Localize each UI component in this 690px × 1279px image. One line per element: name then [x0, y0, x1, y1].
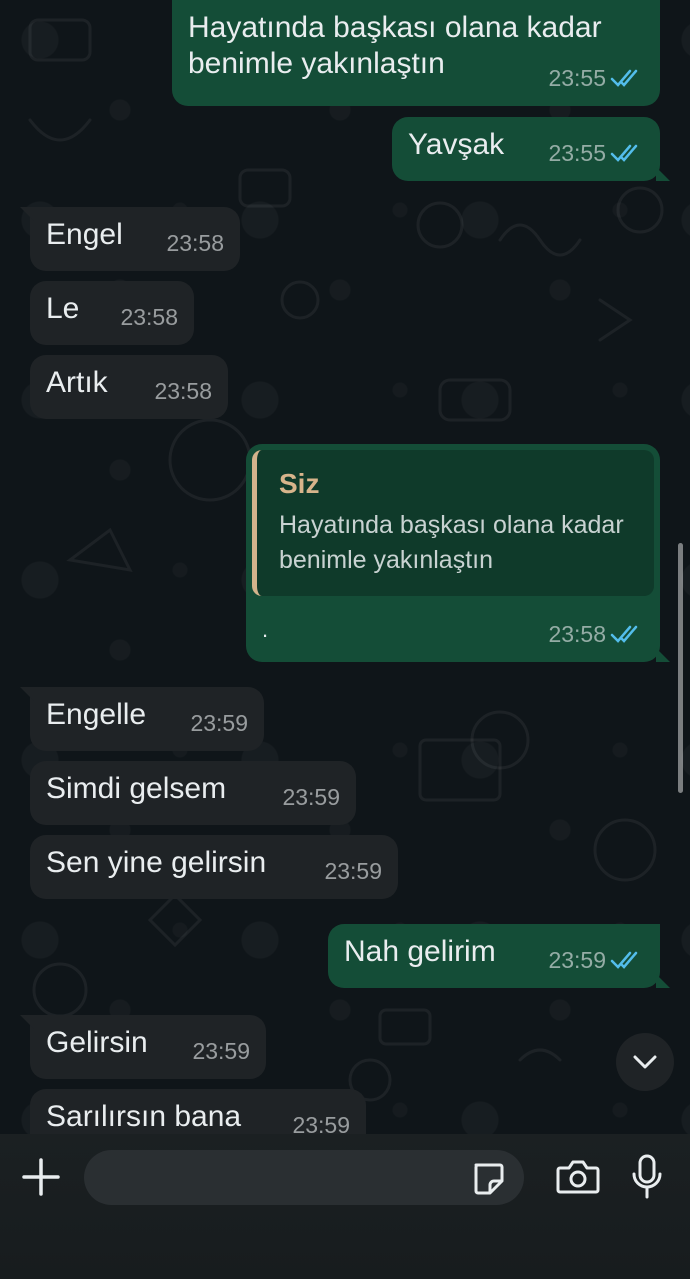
- double-check-icon: [610, 69, 638, 87]
- message-meta: 23:58: [154, 373, 212, 409]
- message-time: 23:58: [166, 230, 224, 256]
- camera-icon[interactable]: [556, 1158, 600, 1196]
- message-time: 23:59: [282, 784, 340, 810]
- message-input[interactable]: [84, 1150, 524, 1205]
- message-time: 23:55: [548, 65, 606, 91]
- microphone-icon[interactable]: [630, 1154, 664, 1200]
- quoted-message[interactable]: Siz Hayatında başkası olana kadar beniml…: [252, 450, 654, 596]
- message-meta: 23:59: [324, 853, 382, 889]
- message-meta: 23:58: [120, 299, 178, 335]
- message-bubble-outgoing[interactable]: Nah gelirim 23:59: [328, 924, 670, 988]
- message-meta: 23:59: [548, 942, 644, 978]
- message-time: 23:58: [548, 621, 606, 647]
- double-check-icon: [610, 144, 638, 162]
- quote-author: Siz: [279, 468, 320, 499]
- message-bubble-incoming[interactable]: Gelirsin 23:59: [20, 1015, 266, 1079]
- message-bubble-incoming[interactable]: Sarılırsın bana 23:59: [30, 1089, 366, 1134]
- message-meta: 23:59: [292, 1107, 350, 1134]
- message-bubble-incoming[interactable]: Simdi gelsem 23:59: [30, 761, 356, 825]
- message-time: 23:59: [292, 1112, 350, 1134]
- plus-icon[interactable]: [22, 1158, 60, 1196]
- message-meta: 23:59: [282, 779, 340, 815]
- message-bubble-outgoing[interactable]: Hayatında başkası olana kadar benimle ya…: [172, 0, 660, 106]
- message-meta: 23:59: [190, 705, 248, 741]
- message-meta: 23:59: [192, 1033, 250, 1069]
- message-bubble-incoming[interactable]: Engel 23:58: [20, 207, 240, 271]
- message-time: 23:55: [548, 140, 606, 166]
- message-meta: 23:55: [548, 60, 644, 96]
- message-time: 23:59: [192, 1038, 250, 1064]
- message-bubble-incoming[interactable]: Artık 23:58: [30, 355, 228, 419]
- message-composer: [0, 1134, 690, 1279]
- message-bubble-outgoing[interactable]: Yavşak 23:55: [392, 117, 670, 181]
- message-text: .: [262, 617, 269, 642]
- scroll-to-bottom-button[interactable]: [616, 1033, 674, 1091]
- quote-text: Hayatında başkası olana kadar benimle ya…: [279, 511, 624, 574]
- message-meta: 23:58: [548, 616, 644, 652]
- message-time: 23:58: [120, 304, 178, 330]
- message-time: 23:59: [190, 710, 248, 736]
- message-meta: 23:58: [166, 225, 224, 261]
- message-bubble-incoming[interactable]: Le 23:58: [30, 281, 194, 345]
- message-time: 23:59: [548, 947, 606, 973]
- sticker-icon[interactable]: [470, 1161, 506, 1197]
- message-bubble-incoming[interactable]: Sen yine gelirsin 23:59: [30, 835, 398, 899]
- message-time: 23:58: [154, 378, 212, 404]
- message-meta: 23:55: [548, 135, 644, 171]
- scrollbar[interactable]: [678, 543, 683, 793]
- chat-area[interactable]: Hayatında başkası olana kadar benimle ya…: [0, 0, 690, 1134]
- double-check-icon: [610, 951, 638, 969]
- chevron-down-icon: [633, 1055, 657, 1069]
- message-time: 23:59: [324, 858, 382, 884]
- double-check-icon: [610, 625, 638, 643]
- message-bubble-incoming[interactable]: Engelle 23:59: [20, 687, 264, 751]
- message-bubble-reply[interactable]: Siz Hayatında başkası olana kadar beniml…: [246, 444, 670, 662]
